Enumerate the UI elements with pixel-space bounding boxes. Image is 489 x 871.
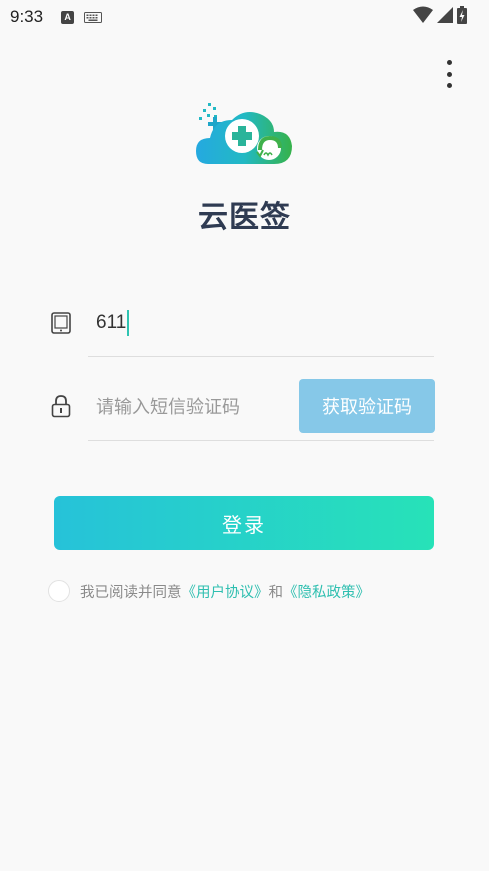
privacy-policy-link[interactable]: 《隐私政策》 <box>283 581 370 602</box>
status-bar: 9:33 A <box>0 0 489 34</box>
login-button[interactable]: 登录 <box>54 496 434 550</box>
get-code-button[interactable]: 获取验证码 <box>299 379 435 433</box>
battery-icon <box>457 6 467 24</box>
phone-input-value: 611 <box>96 312 127 333</box>
keyboard-icon <box>84 11 103 23</box>
tablet-icon <box>51 312 71 334</box>
user-agreement-link[interactable]: 《用户协议》 <box>182 581 269 602</box>
lock-icon <box>51 395 71 418</box>
agreement-checkbox[interactable] <box>48 580 70 602</box>
agreement-prefix: 我已阅读并同意 <box>80 584 182 601</box>
status-time: 9:33 <box>10 7 44 26</box>
more-options-icon[interactable] <box>440 58 458 90</box>
phone-divider <box>88 356 434 357</box>
wifi-icon <box>413 6 433 23</box>
phone-input[interactable]: 611 <box>96 310 130 336</box>
cloud-medical-logo <box>196 103 292 164</box>
code-divider <box>88 440 434 441</box>
signal-icon <box>437 7 453 23</box>
agreement-and: 和 <box>268 584 284 601</box>
app-title: 云医签 <box>198 200 291 235</box>
status-right-icons <box>413 6 467 24</box>
text-caret <box>127 310 130 336</box>
sms-code-input[interactable] <box>96 392 286 422</box>
a-icon: A <box>61 10 75 24</box>
agreement-row: 我已阅读并同意 《用户协议》 和 《隐私政策》 <box>48 580 370 602</box>
